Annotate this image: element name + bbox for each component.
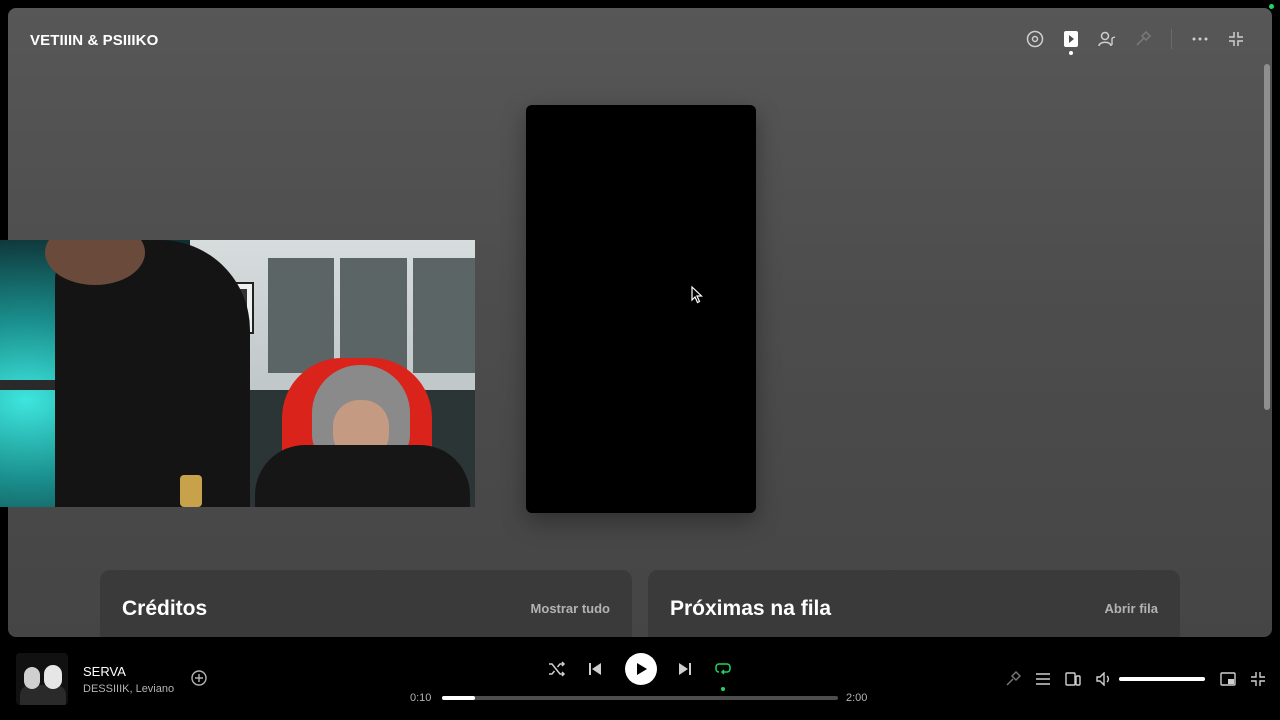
open-queue-link[interactable]: Abrir fila (1105, 601, 1158, 616)
np-view-title: VETIIIN & PSIIIKO (30, 32, 159, 49)
queue-title: Próximas na fila (670, 597, 832, 620)
volume-icon[interactable] (1094, 669, 1114, 689)
acoustic-panel (340, 258, 407, 373)
acoustic-panel (413, 258, 475, 373)
connect-device-icon[interactable] (1063, 669, 1083, 689)
more-icon[interactable] (1182, 26, 1218, 52)
active-indicator (1069, 51, 1073, 55)
progress-fill (442, 696, 475, 700)
track-title[interactable]: SERVA (83, 664, 126, 679)
minimize-icon[interactable] (1218, 26, 1254, 52)
scrollbar[interactable] (1264, 64, 1270, 410)
person-body (255, 445, 470, 507)
show-all-link[interactable]: Mostrar tudo (531, 601, 610, 616)
now-playing-bar: SERVA DESSIIIK, Leviano 0:10 2:00 (0, 637, 1280, 720)
repeat-icon[interactable] (707, 653, 739, 685)
progress-bar[interactable] (442, 696, 838, 700)
credits-title: Créditos (122, 597, 208, 620)
album-cover[interactable] (16, 653, 68, 705)
webcam-overlay (0, 240, 475, 507)
canvas-video (526, 105, 756, 513)
lyrics-icon[interactable] (1003, 669, 1023, 689)
repeat-active-indicator (721, 687, 725, 691)
add-to-library-icon[interactable] (190, 669, 208, 692)
status-dot (1269, 4, 1274, 9)
queue-icon[interactable] (1033, 669, 1053, 689)
track-artists[interactable]: DESSIIIK, Leviano (83, 683, 174, 695)
artist-icon[interactable] (1089, 26, 1125, 52)
volume-slider[interactable] (1119, 677, 1205, 681)
mini-player-icon[interactable] (1218, 669, 1238, 689)
queue-card: Próximas na fila Abrir fila (648, 570, 1180, 637)
total-time: 2:00 (846, 692, 868, 704)
play-icon (637, 663, 647, 675)
credits-card: Créditos Mostrar tudo (100, 570, 632, 637)
play-button[interactable] (625, 653, 657, 685)
exit-fullscreen-icon[interactable] (1248, 669, 1268, 689)
acoustic-panel (268, 258, 334, 373)
previous-icon[interactable] (579, 653, 611, 685)
shuffle-icon[interactable] (541, 653, 573, 685)
volume-fill (1119, 677, 1205, 681)
np-view-header-actions (1017, 26, 1254, 55)
playback-controls (545, 653, 735, 691)
disc-icon[interactable] (1017, 26, 1053, 52)
next-icon[interactable] (669, 653, 701, 685)
elapsed-time: 0:10 (410, 692, 432, 704)
now-playing-view-icon[interactable] (1053, 26, 1089, 55)
header-divider (1171, 29, 1172, 49)
lyrics-icon[interactable] (1125, 26, 1161, 52)
mouse-cursor-icon (691, 285, 704, 309)
guitar (180, 475, 202, 507)
